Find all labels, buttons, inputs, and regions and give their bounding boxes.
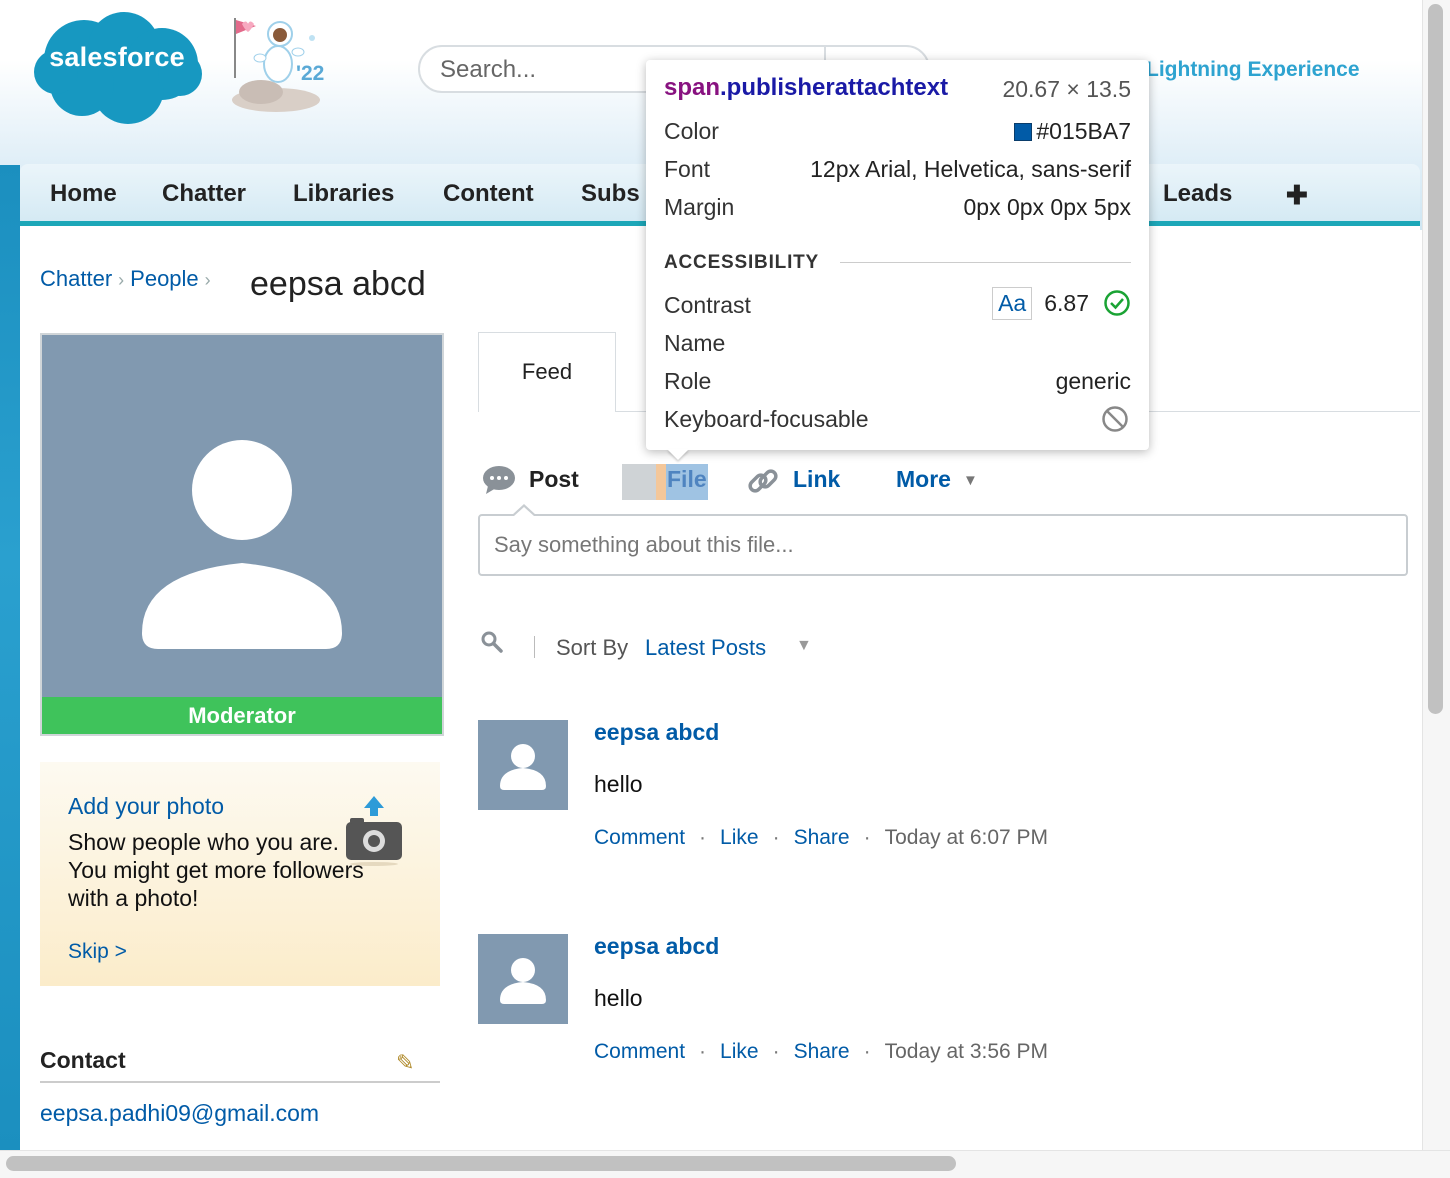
- inspector-selector: span.publisherattachtext: [664, 74, 948, 102]
- inspector-color-hex: #015BA7: [1036, 118, 1131, 144]
- chevron-down-icon[interactable]: ▼: [796, 637, 812, 655]
- inspector-class: .publisherattachtext: [720, 74, 949, 101]
- logo-text: salesforce: [49, 42, 185, 72]
- moderator-badge: Moderator: [42, 697, 442, 734]
- share-link[interactable]: Share: [794, 1040, 850, 1063]
- nav-tab-content[interactable]: Content: [443, 180, 534, 208]
- role-label: Role: [664, 368, 712, 394]
- chat-bubble-icon: [483, 466, 515, 494]
- check-circle-icon: [1104, 290, 1130, 316]
- publisher-pointer-inner: [514, 507, 534, 516]
- user-avatar-icon: [500, 744, 546, 790]
- camera-upload-icon: [346, 796, 402, 866]
- like-link[interactable]: Like: [720, 826, 759, 849]
- like-link[interactable]: Like: [720, 1040, 759, 1063]
- color-swatch-icon: [1014, 123, 1033, 141]
- post-action-row: Comment · Like · Share · Today at 6:07 PM: [594, 826, 1048, 850]
- page-title: eepsa abcd: [250, 265, 426, 303]
- post-body-text: hello: [594, 985, 643, 1011]
- post-author-link[interactable]: eepsa abcd: [594, 933, 719, 960]
- publisher-link-tab[interactable]: Link: [793, 466, 840, 493]
- horizontal-scrollbar-thumb[interactable]: [6, 1156, 956, 1171]
- nav-tab-home[interactable]: Home: [50, 180, 117, 208]
- separator-dot: ·: [772, 1040, 780, 1063]
- inspector-color-value: #015BA7: [1014, 118, 1131, 145]
- inspector-margin-value: 0px 0px 0px 5px: [963, 194, 1131, 220]
- separator-dot: ·: [772, 826, 780, 849]
- contrast-sample: Aa: [992, 287, 1033, 320]
- publisher-post-tab[interactable]: Post: [529, 466, 579, 493]
- accessibility-divider: [840, 262, 1131, 263]
- breadcrumb-chatter[interactable]: Chatter: [40, 266, 112, 291]
- sort-by-label: Sort By: [556, 635, 629, 660]
- not-allowed-icon: [1102, 406, 1128, 432]
- devtools-inspector-tooltip: span.publisherattachtext 20.67 × 13.5 Co…: [646, 60, 1149, 450]
- separator-dot: ·: [863, 826, 871, 849]
- add-photo-link[interactable]: Add your photo: [68, 793, 224, 820]
- sort-by-dropdown[interactable]: Latest Posts: [645, 635, 766, 661]
- inspector-color-label: Color: [664, 118, 719, 144]
- default-user-avatar-icon: [142, 440, 342, 649]
- skip-link[interactable]: Skip >: [68, 940, 127, 964]
- comment-link[interactable]: Comment: [594, 826, 685, 849]
- separator-dot: ·: [699, 1040, 707, 1063]
- inspector-margin-label: Margin: [664, 194, 735, 220]
- vertical-scrollbar-thumb[interactable]: [1428, 4, 1443, 714]
- comment-link[interactable]: Comment: [594, 1040, 685, 1063]
- add-photo-description: Show people who you are. You might get m…: [68, 829, 364, 911]
- name-label: Name: [664, 330, 726, 356]
- breadcrumb: Chatter › People ›: [40, 266, 217, 292]
- file-doc-icon: [622, 464, 656, 500]
- inspector-size: 20.67 × 13.5: [1002, 76, 1131, 102]
- inspector-font-label: Font: [664, 156, 711, 182]
- mascot-year-label: '22: [296, 62, 325, 85]
- post-timestamp[interactable]: Today at 6:07 PM: [885, 826, 1048, 849]
- nav-tab-leads[interactable]: Leads: [1163, 180, 1232, 208]
- contrast-value: Aa 6.87: [992, 287, 1131, 320]
- nav-tab-libraries[interactable]: Libraries: [293, 180, 394, 208]
- search-icon[interactable]: [480, 630, 504, 654]
- contact-heading: Contact: [40, 1047, 440, 1083]
- breadcrumb-separator: ›: [204, 270, 211, 290]
- separator-dot: ·: [863, 1040, 871, 1063]
- breadcrumb-people[interactable]: People: [130, 266, 199, 291]
- left-accent-stripe: [0, 165, 20, 1150]
- post-timestamp[interactable]: Today at 3:56 PM: [885, 1040, 1048, 1063]
- share-link[interactable]: Share: [794, 826, 850, 849]
- post-avatar[interactable]: [478, 934, 568, 1024]
- post-action-row: Comment · Like · Share · Today at 3:56 PM: [594, 1040, 1048, 1064]
- inspector-tag: span: [664, 74, 721, 101]
- chevron-down-icon[interactable]: ▼: [963, 472, 978, 489]
- breadcrumb-separator: ›: [118, 270, 125, 290]
- link-chain-icon: [748, 469, 778, 493]
- plus-icon[interactable]: ✚: [1286, 180, 1308, 211]
- post-author-link[interactable]: eepsa abcd: [594, 719, 719, 746]
- nav-tab-chatter[interactable]: Chatter: [162, 180, 246, 208]
- separator-dot: ·: [699, 826, 707, 849]
- publisher-text-input[interactable]: [478, 514, 1408, 576]
- keyboard-focusable-label: Keyboard-focusable: [664, 406, 869, 432]
- inspector-arrow: [667, 449, 689, 460]
- publisher-more-dropdown[interactable]: More: [896, 466, 951, 493]
- post-body-text: hello: [594, 771, 643, 797]
- contact-email-link[interactable]: eepsa.padhi09@gmail.com: [40, 1100, 319, 1127]
- inspector-font-value: 12px Arial, Helvetica, sans-serif: [810, 156, 1131, 182]
- sort-divider: [534, 636, 535, 658]
- nav-tab-subscriptions[interactable]: Subs: [581, 180, 640, 208]
- publisher-file-tab[interactable]: File: [667, 466, 707, 493]
- contrast-ratio: 6.87: [1044, 290, 1089, 316]
- switch-to-lightning-link[interactable]: Lightning Experience: [1146, 58, 1360, 82]
- profile-photo[interactable]: [40, 333, 444, 736]
- pencil-edit-icon[interactable]: ✎: [396, 1050, 414, 1076]
- accessibility-heading: ACCESSIBILITY: [664, 252, 820, 273]
- contrast-label: Contrast: [664, 292, 751, 318]
- user-avatar-icon: [500, 958, 546, 1004]
- tab-feed[interactable]: Feed: [478, 332, 616, 412]
- inspector-margin-highlight: [656, 464, 666, 500]
- role-value: generic: [1055, 368, 1131, 394]
- post-avatar[interactable]: [478, 720, 568, 810]
